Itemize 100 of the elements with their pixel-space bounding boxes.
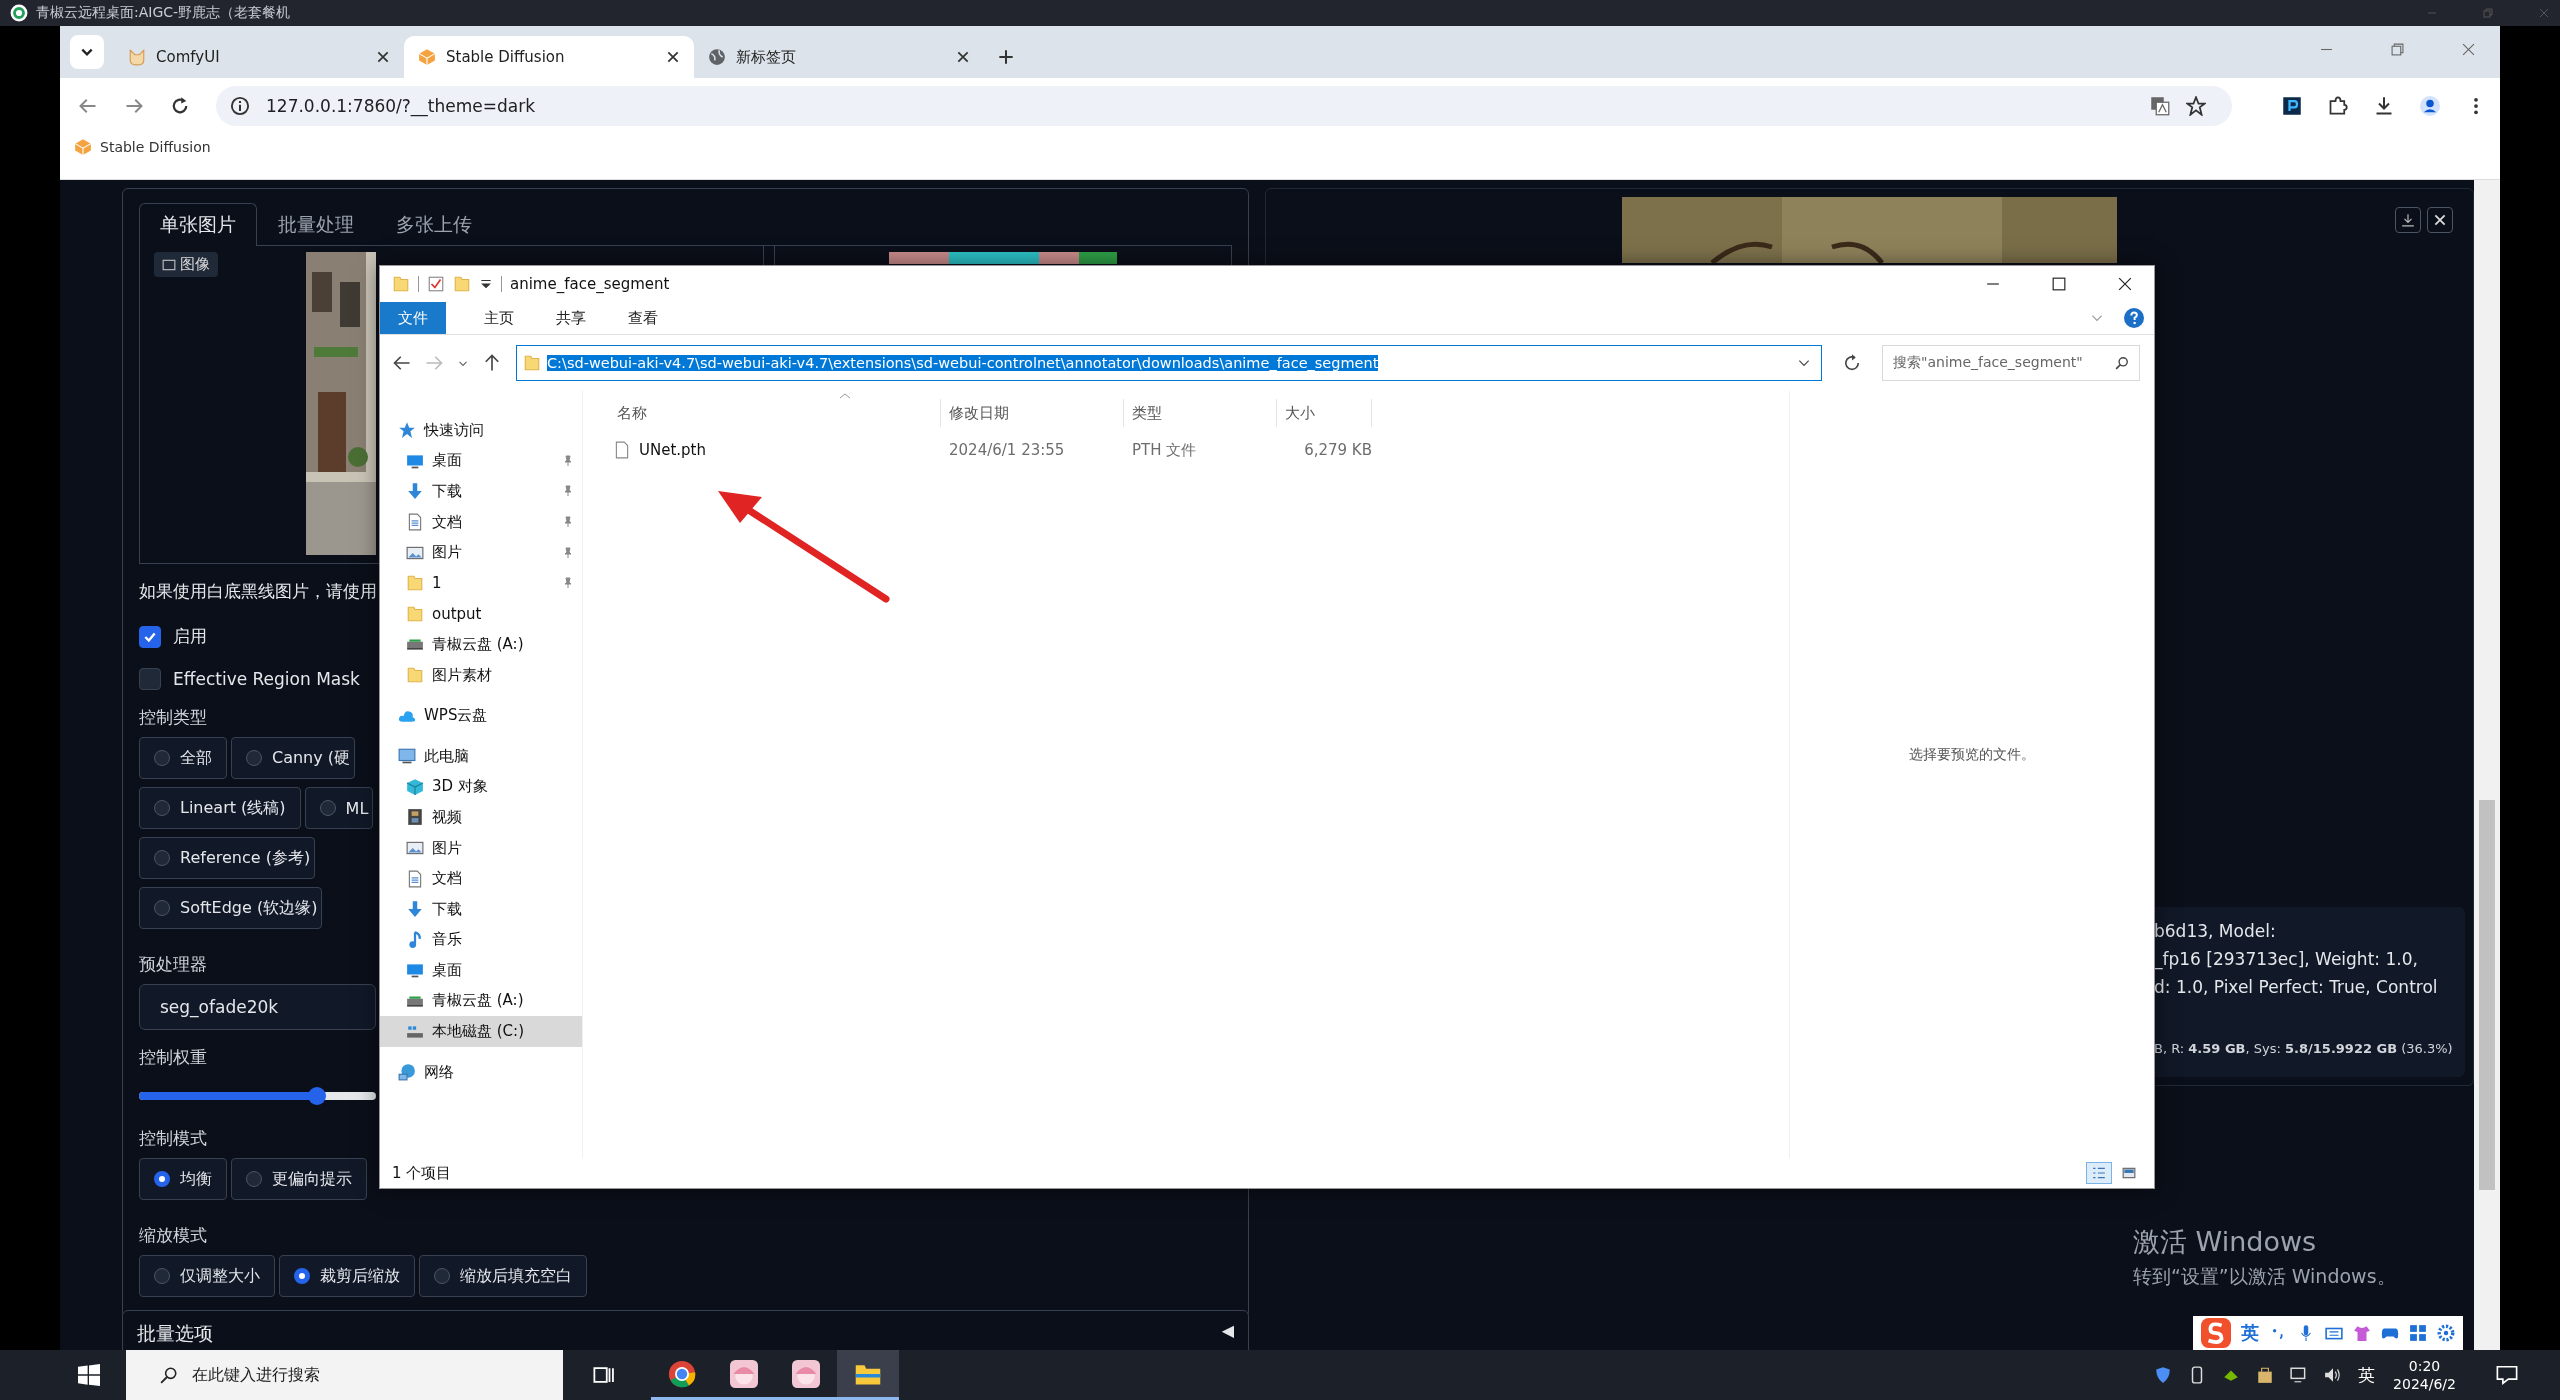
nav-item[interactable]: 青椒云盘 (A:)	[380, 985, 582, 1017]
windows-logo-icon[interactable]	[78, 1364, 100, 1386]
ribbon-tab[interactable]: 文件	[380, 302, 446, 334]
radio-option[interactable]: 裁剪后缩放	[279, 1255, 415, 1297]
address-bar[interactable]: 127.0.0.1:7860/?__theme=dark	[216, 86, 2232, 126]
nav-item[interactable]: 图片	[380, 832, 582, 864]
radio-option[interactable]: ML	[304, 787, 374, 829]
browser-tab[interactable]: 新标签页	[694, 36, 984, 78]
help-icon[interactable]	[2124, 308, 2144, 328]
speaker-icon[interactable]	[2324, 1366, 2343, 1384]
close-icon[interactable]	[666, 50, 680, 64]
radio-option[interactable]: Canny (硬	[231, 737, 356, 779]
scrollbar[interactable]	[2474, 180, 2500, 1350]
avatar-icon[interactable]	[2420, 96, 2440, 116]
checkbox[interactable]: Effective Region Mask	[139, 668, 360, 690]
nav-item[interactable]: 文档	[380, 863, 582, 894]
search-field[interactable]: 搜索"anime_face_segment"	[1882, 345, 2140, 381]
ribbon-tab[interactable]: 主页	[466, 302, 532, 334]
nav-item[interactable]: 音乐	[380, 924, 582, 956]
nav-item[interactable]: 快速访问	[380, 415, 582, 446]
preprocessor-dropdown[interactable]: seg_ofade20k	[139, 984, 376, 1030]
nav-item[interactable]: 文档	[380, 506, 582, 538]
close-icon[interactable]	[956, 50, 970, 64]
download-icon	[406, 482, 424, 501]
accordion-header[interactable]: 批量选项 ◀	[122, 1310, 1249, 1350]
ribbon-tab[interactable]: 查看	[610, 302, 676, 334]
browser-tab[interactable]: ComfyUI	[114, 36, 404, 78]
bookmark-item[interactable]: Stable Diffusion	[74, 138, 211, 156]
radio-option[interactable]: 更偏向提示	[231, 1158, 367, 1200]
browser-icon	[668, 1359, 696, 1388]
weight-slider[interactable]	[139, 1087, 376, 1105]
extension-icon[interactable]	[2282, 96, 2302, 116]
grid-icon[interactable]	[2409, 1324, 2427, 1342]
input-language[interactable]: 英	[2358, 1363, 2376, 1387]
address-field[interactable]: C:\sd-webui-aki-v4.7\sd-webui-aki-v4.7\extensions\sd-webui-controlnet\annotator\downloads\anime_face_segment	[516, 345, 1822, 381]
image-icon	[162, 257, 176, 272]
tab-search-button[interactable]	[70, 35, 104, 69]
image-mode-tab[interactable]: 单张图片	[139, 203, 257, 246]
radio-option[interactable]: SoftEdge (软边缘)	[139, 887, 323, 929]
clock[interactable]: 0:20 2024/6/2	[2393, 1356, 2456, 1394]
task-view-icon[interactable]	[593, 1364, 615, 1386]
nav-item[interactable]: 3D 对象	[380, 771, 582, 803]
image-mode-tab[interactable]: 批量处理	[257, 203, 375, 246]
shield-icon[interactable]	[2154, 1366, 2173, 1384]
plus-icon[interactable]	[998, 49, 1014, 65]
column-header[interactable]: 类型	[1124, 399, 1277, 427]
nav-item[interactable]: 桌面	[380, 445, 582, 477]
close-button[interactable]	[2427, 207, 2453, 233]
download-icon[interactable]	[2374, 96, 2394, 116]
sogou-logo-icon[interactable]	[2201, 1318, 2231, 1348]
browser-tab[interactable]: Stable Diffusion	[404, 36, 694, 78]
details-view-button[interactable]	[2086, 1162, 2112, 1184]
column-header[interactable]: 大小	[1277, 399, 1372, 427]
nav-item[interactable]: 桌面	[380, 955, 582, 986]
dropdown-icon[interactable]	[479, 277, 493, 291]
input-mode[interactable]: 英	[2241, 1321, 2259, 1345]
nav-item[interactable]: 图片	[380, 537, 582, 568]
reload-icon[interactable]	[170, 96, 190, 116]
radio-option[interactable]: Reference (参考)	[139, 837, 316, 879]
checkbox-icon[interactable]	[427, 275, 445, 293]
star-icon[interactable]	[2186, 96, 2206, 116]
nav-item[interactable]: 图片素材	[380, 659, 582, 691]
radio-option[interactable]: 均衡	[139, 1158, 227, 1200]
nav-item[interactable]: 视频	[380, 802, 582, 833]
radio-option[interactable]: 缩放后填充空白	[419, 1255, 587, 1297]
puzzle-icon[interactable]	[2328, 96, 2348, 116]
nav-item[interactable]: 1	[380, 567, 582, 599]
search-field[interactable]: 在此键入进行搜索	[126, 1350, 563, 1400]
column-header[interactable]: 名称	[609, 399, 941, 427]
restore-icon[interactable]	[2391, 43, 2404, 56]
field-label: 预处理器	[139, 953, 207, 976]
nav-item[interactable]: 网络	[380, 1056, 582, 1088]
checkbox[interactable]: 启用	[139, 625, 207, 648]
bag-icon[interactable]	[2256, 1366, 2275, 1384]
notification-icon[interactable]	[2496, 1364, 2518, 1386]
translate-icon[interactable]	[2150, 96, 2170, 116]
radio-option[interactable]: 仅调整大小	[139, 1255, 275, 1297]
nav-item[interactable]: 下载	[380, 476, 582, 507]
field-label: 控制模式	[139, 1127, 207, 1150]
image-mode-tab[interactable]: 多张上传	[375, 203, 493, 246]
nav-item[interactable]: 本地磁盘 (C:)	[380, 1016, 582, 1047]
file-icon	[613, 441, 631, 459]
nav-item[interactable]: 下载	[380, 893, 582, 925]
nav-item[interactable]: WPS云盘	[380, 700, 582, 731]
taskbar-app[interactable]	[837, 1350, 899, 1400]
star-icon	[398, 421, 416, 440]
radio-option[interactable]: 全部	[139, 737, 227, 779]
shirt-icon[interactable]	[2353, 1324, 2371, 1342]
column-header[interactable]: 修改日期	[941, 399, 1124, 427]
nav-item[interactable]: 此电脑	[380, 740, 582, 772]
ribbon-tab[interactable]: 共享	[538, 302, 604, 334]
refresh-icon[interactable]	[1842, 353, 1862, 373]
settings-icon[interactable]	[2437, 1324, 2455, 1342]
radio-option[interactable]: Lineart (线稿)	[139, 787, 301, 829]
document-icon	[406, 513, 424, 532]
close-icon[interactable]	[376, 50, 390, 64]
nav-item[interactable]: output	[380, 598, 582, 630]
download-button[interactable]	[2395, 207, 2421, 233]
file-row[interactable]: UNet.pth 2024/6/1 23:55 PTH 文件 6,279 KB	[609, 435, 1789, 465]
nav-item[interactable]: 青椒云盘 (A:)	[380, 629, 582, 660]
